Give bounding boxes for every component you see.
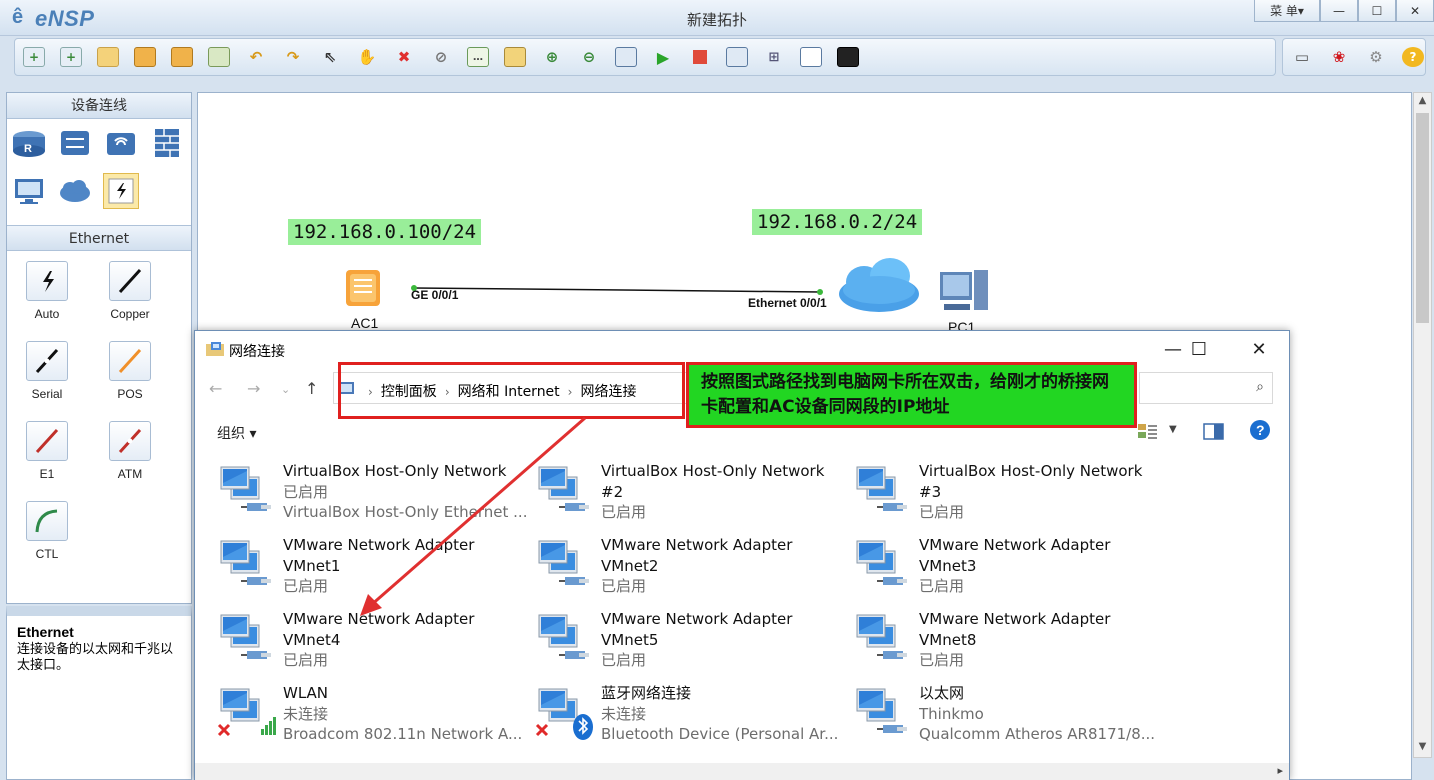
adapter-item[interactable]: VMware Network Adapter VMnet4 已启用 <box>217 609 533 679</box>
adapter-name: VMware Network Adapter <box>601 610 793 628</box>
adapter-text: 以太网 Thinkmo Qualcomm Atheros AR8171/8... <box>919 683 1169 745</box>
adapter-item[interactable]: WLAN 未连接 Broadcom 802.11n Network A... <box>217 683 533 753</box>
adapter-item[interactable]: VirtualBox Host-Only Network #3 已启用 <box>853 461 1169 531</box>
adapter-text: 蓝牙网络连接 未连接 Bluetooth Device (Personal Ar..… <box>601 683 851 745</box>
network-adapter-icon <box>853 609 911 667</box>
adapter-name: VirtualBox Host-Only Network <box>283 462 507 480</box>
adapter-line3: Qualcomm Atheros AR8171/8... <box>919 725 1156 743</box>
adapter-line3: 已启用 <box>919 651 965 669</box>
adapter-text: VMware Network Adapter VMnet4 已启用 <box>283 609 533 671</box>
adapter-name: 蓝牙网络连接 <box>601 684 692 702</box>
adapter-line2: #2 <box>601 482 624 501</box>
adapter-line3: Broadcom 802.11n Network A... <box>283 725 523 743</box>
view-options-icon[interactable] <box>1137 421 1159 445</box>
adapter-text: VirtualBox Host-Only Network 已启用 VirtualBo… <box>283 461 533 523</box>
adapter-line3: 已启用 <box>601 503 647 521</box>
adapter-text: VirtualBox Host-Only Network #2 已启用 <box>601 461 851 523</box>
forward-arrow-icon[interactable]: → <box>247 379 260 398</box>
adapter-item[interactable]: VirtualBox Host-Only Network #2 已启用 <box>535 461 851 531</box>
adapter-line2: VMnet4 <box>283 630 341 649</box>
adapter-line2: VMnet3 <box>919 556 977 575</box>
view-dropdown-icon[interactable]: ▼ <box>1169 424 1177 435</box>
adapter-name: VMware Network Adapter <box>283 610 475 628</box>
adapter-item[interactable]: VirtualBox Host-Only Network 已启用 VirtualBo… <box>217 461 533 531</box>
adapter-line3: 已启用 <box>283 651 329 669</box>
search-icon: ⌕ <box>1256 379 1264 395</box>
instruction-callout: 按照图式路径找到电脑网卡所在双击，给刚才的桥接网卡配置和AC设备同网段的IP地址 <box>686 362 1137 428</box>
adapter-line3: 已启用 <box>601 651 647 669</box>
adapter-item[interactable]: VMware Network Adapter VMnet5 已启用 <box>535 609 851 679</box>
adapter-item[interactable]: VMware Network Adapter VMnet2 已启用 <box>535 535 851 605</box>
preview-pane-icon[interactable] <box>1203 423 1225 445</box>
adapter-name: VirtualBox Host-Only Network <box>919 462 1143 480</box>
port-label-ac: GE 0/0/1 <box>411 288 459 302</box>
netwin-close-button[interactable]: ✕ <box>1231 331 1287 367</box>
adapter-line2: VMnet5 <box>601 630 659 649</box>
up-arrow-icon[interactable]: ↑ <box>305 379 318 398</box>
adapter-line2: VMnet1 <box>283 556 341 575</box>
network-adapter-icon <box>217 609 275 667</box>
adapter-line3: 已启用 <box>919 503 965 521</box>
network-adapter-icon <box>853 535 911 593</box>
adapter-line3: VirtualBox Host-Only Ethernet ... <box>283 503 528 521</box>
adapter-item[interactable]: VMware Network Adapter VMnet1 已启用 <box>217 535 533 605</box>
recent-dropdown-icon[interactable]: ⌄ <box>281 383 290 396</box>
adapter-line2: #3 <box>919 482 942 501</box>
adapter-item[interactable]: 以太网 Thinkmo Qualcomm Atheros AR8171/8... <box>853 683 1169 753</box>
adapter-text: WLAN 未连接 Broadcom 802.11n Network A... <box>283 683 533 745</box>
netwin-maximize-button[interactable]: ☐ <box>1171 331 1227 367</box>
network-folder-icon <box>205 340 225 362</box>
adapter-line2: VMnet8 <box>919 630 977 649</box>
adapter-text: VMware Network Adapter VMnet8 已启用 <box>919 609 1169 671</box>
help-circle-icon[interactable]: ? <box>1249 419 1271 445</box>
search-input[interactable]: ⌕ <box>1139 372 1273 404</box>
adapter-name: VMware Network Adapter <box>283 536 475 554</box>
network-adapter-icon <box>535 461 593 519</box>
organize-button[interactable]: 组织 ▾ <box>217 423 256 443</box>
pc-device-icon[interactable] <box>936 266 992 324</box>
cloud-device-icon[interactable] <box>834 254 924 322</box>
adapter-item[interactable]: VMware Network Adapter VMnet8 已启用 <box>853 609 1169 679</box>
adapter-text: VMware Network Adapter VMnet5 已启用 <box>601 609 851 671</box>
adapter-line2: 未连接 <box>283 704 329 723</box>
adapter-line2: 未连接 <box>601 704 647 723</box>
adapter-name: VMware Network Adapter <box>919 610 1111 628</box>
adapter-text: VirtualBox Host-Only Network #3 已启用 <box>919 461 1169 523</box>
adapter-name: VirtualBox Host-Only Network <box>601 462 825 480</box>
back-arrow-icon[interactable]: ← <box>209 379 222 398</box>
node-label-ac: AC1 <box>351 315 379 331</box>
adapter-line2: VMnet2 <box>601 556 659 575</box>
adapter-name: WLAN <box>283 684 329 702</box>
bluetooth-adapter-icon <box>535 683 593 741</box>
network-adapter-icon <box>853 461 911 519</box>
adapter-line3: Bluetooth Device (Personal Ar... <box>601 725 839 743</box>
adapter-line2: 已启用 <box>283 482 329 501</box>
adapter-item[interactable]: 蓝牙网络连接 未连接 Bluetooth Device (Personal Ar..… <box>535 683 851 753</box>
adapter-name: VMware Network Adapter <box>601 536 793 554</box>
network-adapter-icon <box>535 609 593 667</box>
breadcrumb-highlight-box <box>338 362 685 419</box>
netwin-hscroll[interactable]: ▸ <box>195 763 1289 780</box>
adapter-line3: 已启用 <box>283 577 329 595</box>
adapter-text: VMware Network Adapter VMnet1 已启用 <box>283 535 533 597</box>
adapter-text: VMware Network Adapter VMnet2 已启用 <box>601 535 851 597</box>
network-adapter-icon <box>853 683 911 741</box>
network-adapter-icon <box>535 535 593 593</box>
svg-text:?: ? <box>1256 422 1265 438</box>
adapter-text: VMware Network Adapter VMnet3 已启用 <box>919 535 1169 597</box>
adapter-line3: 已启用 <box>601 577 647 595</box>
wifi-adapter-icon <box>217 683 276 741</box>
adapter-line2: Thinkmo <box>919 704 984 723</box>
port-label-cloud: Ethernet 0/0/1 <box>748 296 827 310</box>
ac-device-icon[interactable] <box>342 266 386 314</box>
network-adapter-icon <box>217 461 275 519</box>
adapter-item[interactable]: VMware Network Adapter VMnet3 已启用 <box>853 535 1169 605</box>
netwin-title: 网络连接 <box>229 344 285 360</box>
adapter-line3: 已启用 <box>919 577 965 595</box>
network-adapter-icon <box>217 535 275 593</box>
scroll-right-icon[interactable]: ▸ <box>1277 764 1283 777</box>
adapter-name: 以太网 <box>919 684 965 702</box>
adapter-name: VMware Network Adapter <box>919 536 1111 554</box>
